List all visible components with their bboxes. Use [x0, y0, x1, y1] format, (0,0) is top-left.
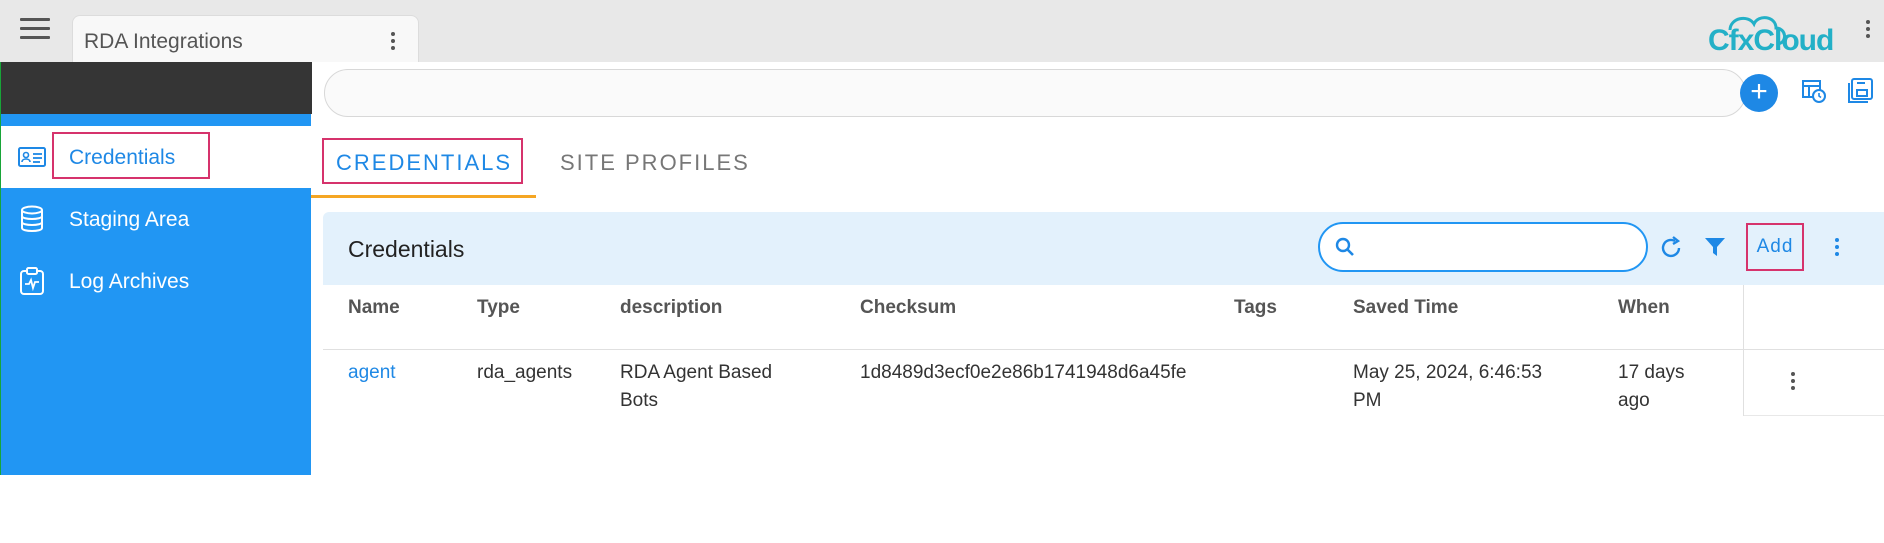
actions-header-divider	[1744, 349, 1884, 350]
top-bar: RDA Integrations CfxCloud	[0, 0, 1884, 62]
cell-saved-time-line: May 25, 2024, 6:46:53	[1353, 362, 1543, 383]
id-card-icon	[18, 147, 46, 167]
app-tab[interactable]: RDA Integrations	[72, 15, 419, 62]
cell-when-line: 17 days	[1618, 362, 1685, 383]
tab-site-profiles[interactable]: SITE PROFILES	[547, 124, 767, 198]
panel-more-icon[interactable]	[1834, 238, 1840, 259]
sidebar-header	[1, 62, 312, 114]
refresh-icon[interactable]	[1658, 235, 1684, 261]
app-more-icon[interactable]	[1865, 20, 1871, 41]
column-header-description[interactable]: description	[620, 297, 722, 319]
app-tab-title: RDA Integrations	[84, 30, 243, 53]
global-search-input[interactable]	[324, 69, 1746, 117]
column-header-name[interactable]: Name	[348, 297, 400, 319]
sidebar-item-label: Staging Area	[69, 208, 190, 231]
actions-row-divider	[1744, 415, 1884, 416]
cell-description: RDA Agent Based Bots	[620, 359, 772, 415]
clipboard-icon	[20, 267, 44, 295]
column-header-checksum[interactable]: Checksum	[860, 297, 956, 319]
credentials-highlight-box	[52, 132, 210, 179]
sidebar: Credentials Staging Area Log Archives	[0, 62, 312, 475]
actions-column	[1743, 285, 1884, 416]
cell-when-line: ago	[1618, 390, 1650, 411]
sidebar-item-label: Log Archives	[69, 270, 190, 293]
sidebar-item-log-archives[interactable]: Log Archives	[1, 250, 311, 312]
credentials-tab-highlight-box	[322, 138, 523, 184]
saved-layout-icon[interactable]	[1846, 77, 1874, 105]
cell-when: 17 days ago	[1618, 359, 1685, 415]
cell-description-line: Bots	[620, 390, 659, 411]
cell-name-link[interactable]: agent	[348, 359, 396, 387]
cell-saved-time-line: PM	[1353, 390, 1382, 411]
panel-header: Credentials	[323, 212, 1884, 285]
filter-icon[interactable]	[1704, 236, 1726, 258]
row-more-icon[interactable]	[1790, 372, 1796, 393]
panel-search-box[interactable]	[1318, 222, 1648, 272]
cell-saved-time: May 25, 2024, 6:46:53 PM	[1353, 359, 1542, 415]
sidebar-item-staging-area[interactable]: Staging Area	[1, 188, 311, 250]
tab-label: SITE PROFILES	[560, 150, 750, 175]
cfxcloud-logo: CfxCloud	[1700, 8, 1840, 58]
app-tab-more-icon[interactable]	[390, 32, 396, 53]
cell-type: rda_agents	[477, 362, 573, 383]
column-header-type[interactable]: Type	[477, 297, 520, 319]
column-header-saved-time[interactable]: Saved Time	[1353, 297, 1458, 319]
column-header-tags[interactable]: Tags	[1234, 297, 1277, 319]
tab-bar: CREDENTIALS SITE PROFILES	[311, 124, 1884, 198]
cell-description-line: RDA Agent Based	[620, 362, 773, 383]
panel-title: Credentials	[348, 236, 465, 262]
table-history-icon[interactable]	[1801, 78, 1827, 104]
cell-checksum: 1d8489d3ecf0e2e86b1741948d6a45fe	[860, 362, 1187, 383]
logo-text: CfxCloud	[1708, 24, 1834, 57]
credentials-table: Name Type description Checksum Tags Save…	[323, 285, 1884, 475]
panel-search-input[interactable]	[1364, 232, 1638, 264]
column-header-when[interactable]: When	[1618, 297, 1670, 319]
add-icon[interactable]: +	[1740, 74, 1778, 112]
header-divider	[323, 349, 1743, 350]
database-icon	[21, 205, 43, 232]
add-highlight-box	[1746, 223, 1804, 271]
hamburger-menu-icon[interactable]	[20, 18, 50, 40]
search-icon	[1335, 237, 1354, 256]
